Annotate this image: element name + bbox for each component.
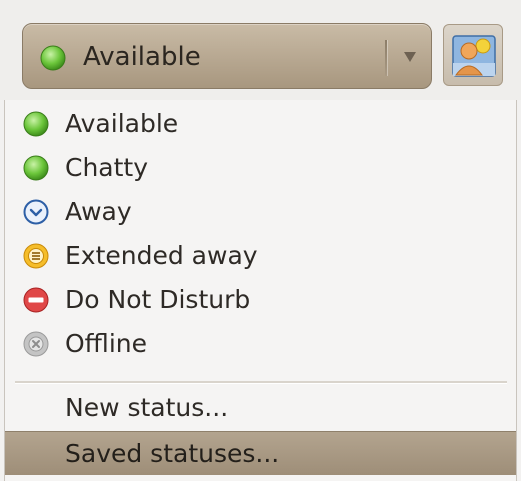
menu-item-label: New status... [65,393,229,422]
menu-item-available[interactable]: Available [5,102,516,146]
menu-item-label: Away [65,197,132,226]
avatar-button[interactable] [443,24,503,86]
away-clock-icon [23,199,49,225]
menu-item-label: Extended away [65,241,258,270]
menu-item-label: Do Not Disturb [65,285,251,314]
offline-icon [23,331,49,357]
menu-item-new-status[interactable]: New status... [5,386,516,430]
menu-item-label: Offline [65,329,148,358]
menu-item-do-not-disturb[interactable]: Do Not Disturb [5,278,516,322]
available-icon [40,45,66,71]
status-combo-box[interactable]: Available [22,23,432,89]
do-not-disturb-icon [23,287,49,313]
dropdown-arrow-icon[interactable] [404,52,416,62]
menu-item-extended-away[interactable]: Extended away [5,234,516,278]
menu-item-label: Saved statuses... [65,439,280,468]
menu-item-label: Chatty [65,153,149,182]
status-toolbar: Available [0,0,521,100]
current-status-label: Available [83,42,201,72]
menu-item-offline[interactable]: Offline [5,322,516,366]
menu-item-chatty[interactable]: Chatty [5,146,516,190]
menu-item-label: Available [65,109,179,138]
chatty-icon [23,155,49,181]
buddy-avatar-icon [452,35,496,77]
status-dropdown-menu: Available Chatty Away Extended away Do N… [4,100,517,481]
menu-item-away[interactable]: Away [5,190,516,234]
extended-away-icon [23,243,49,269]
available-icon [23,111,49,137]
combo-separator [385,40,387,76]
menu-item-saved-statuses[interactable]: Saved statuses... [5,431,516,475]
menu-separator [15,381,507,383]
